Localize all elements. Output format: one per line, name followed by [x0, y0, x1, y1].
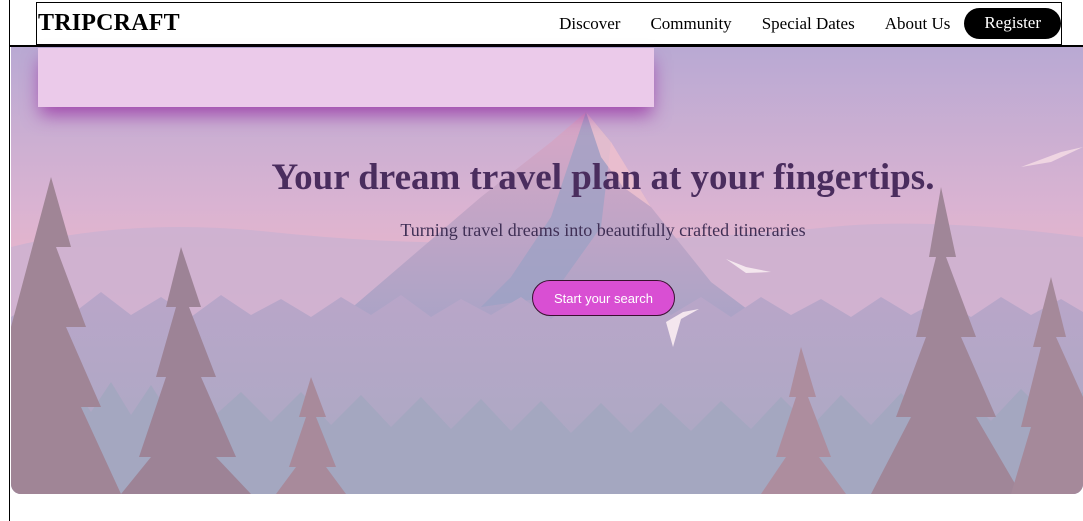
hero-title: Your dream travel plan at your fingertip… — [271, 157, 935, 198]
nav-link-discover[interactable]: Discover — [559, 14, 620, 34]
hero-section: Your dream travel plan at your fingertip… — [11, 47, 1083, 494]
navbar: TRIPCRAFT Discover Community Special Dat… — [36, 2, 1062, 45]
navbar-divider — [10, 45, 1083, 47]
nav-links: Discover Community Special Dates About U… — [559, 8, 1061, 39]
start-search-button[interactable]: Start your search — [532, 280, 675, 316]
brand-logo[interactable]: TRIPCRAFT — [38, 10, 180, 37]
overlay-panel — [38, 48, 654, 107]
nav-link-special-dates[interactable]: Special Dates — [762, 14, 855, 34]
register-button[interactable]: Register — [964, 8, 1061, 39]
nav-link-community[interactable]: Community — [650, 14, 731, 34]
hero-subtitle: Turning travel dreams into beautifully c… — [400, 220, 806, 240]
hero-background-illustration — [11, 47, 1083, 494]
nav-link-about-us[interactable]: About Us — [885, 14, 951, 34]
